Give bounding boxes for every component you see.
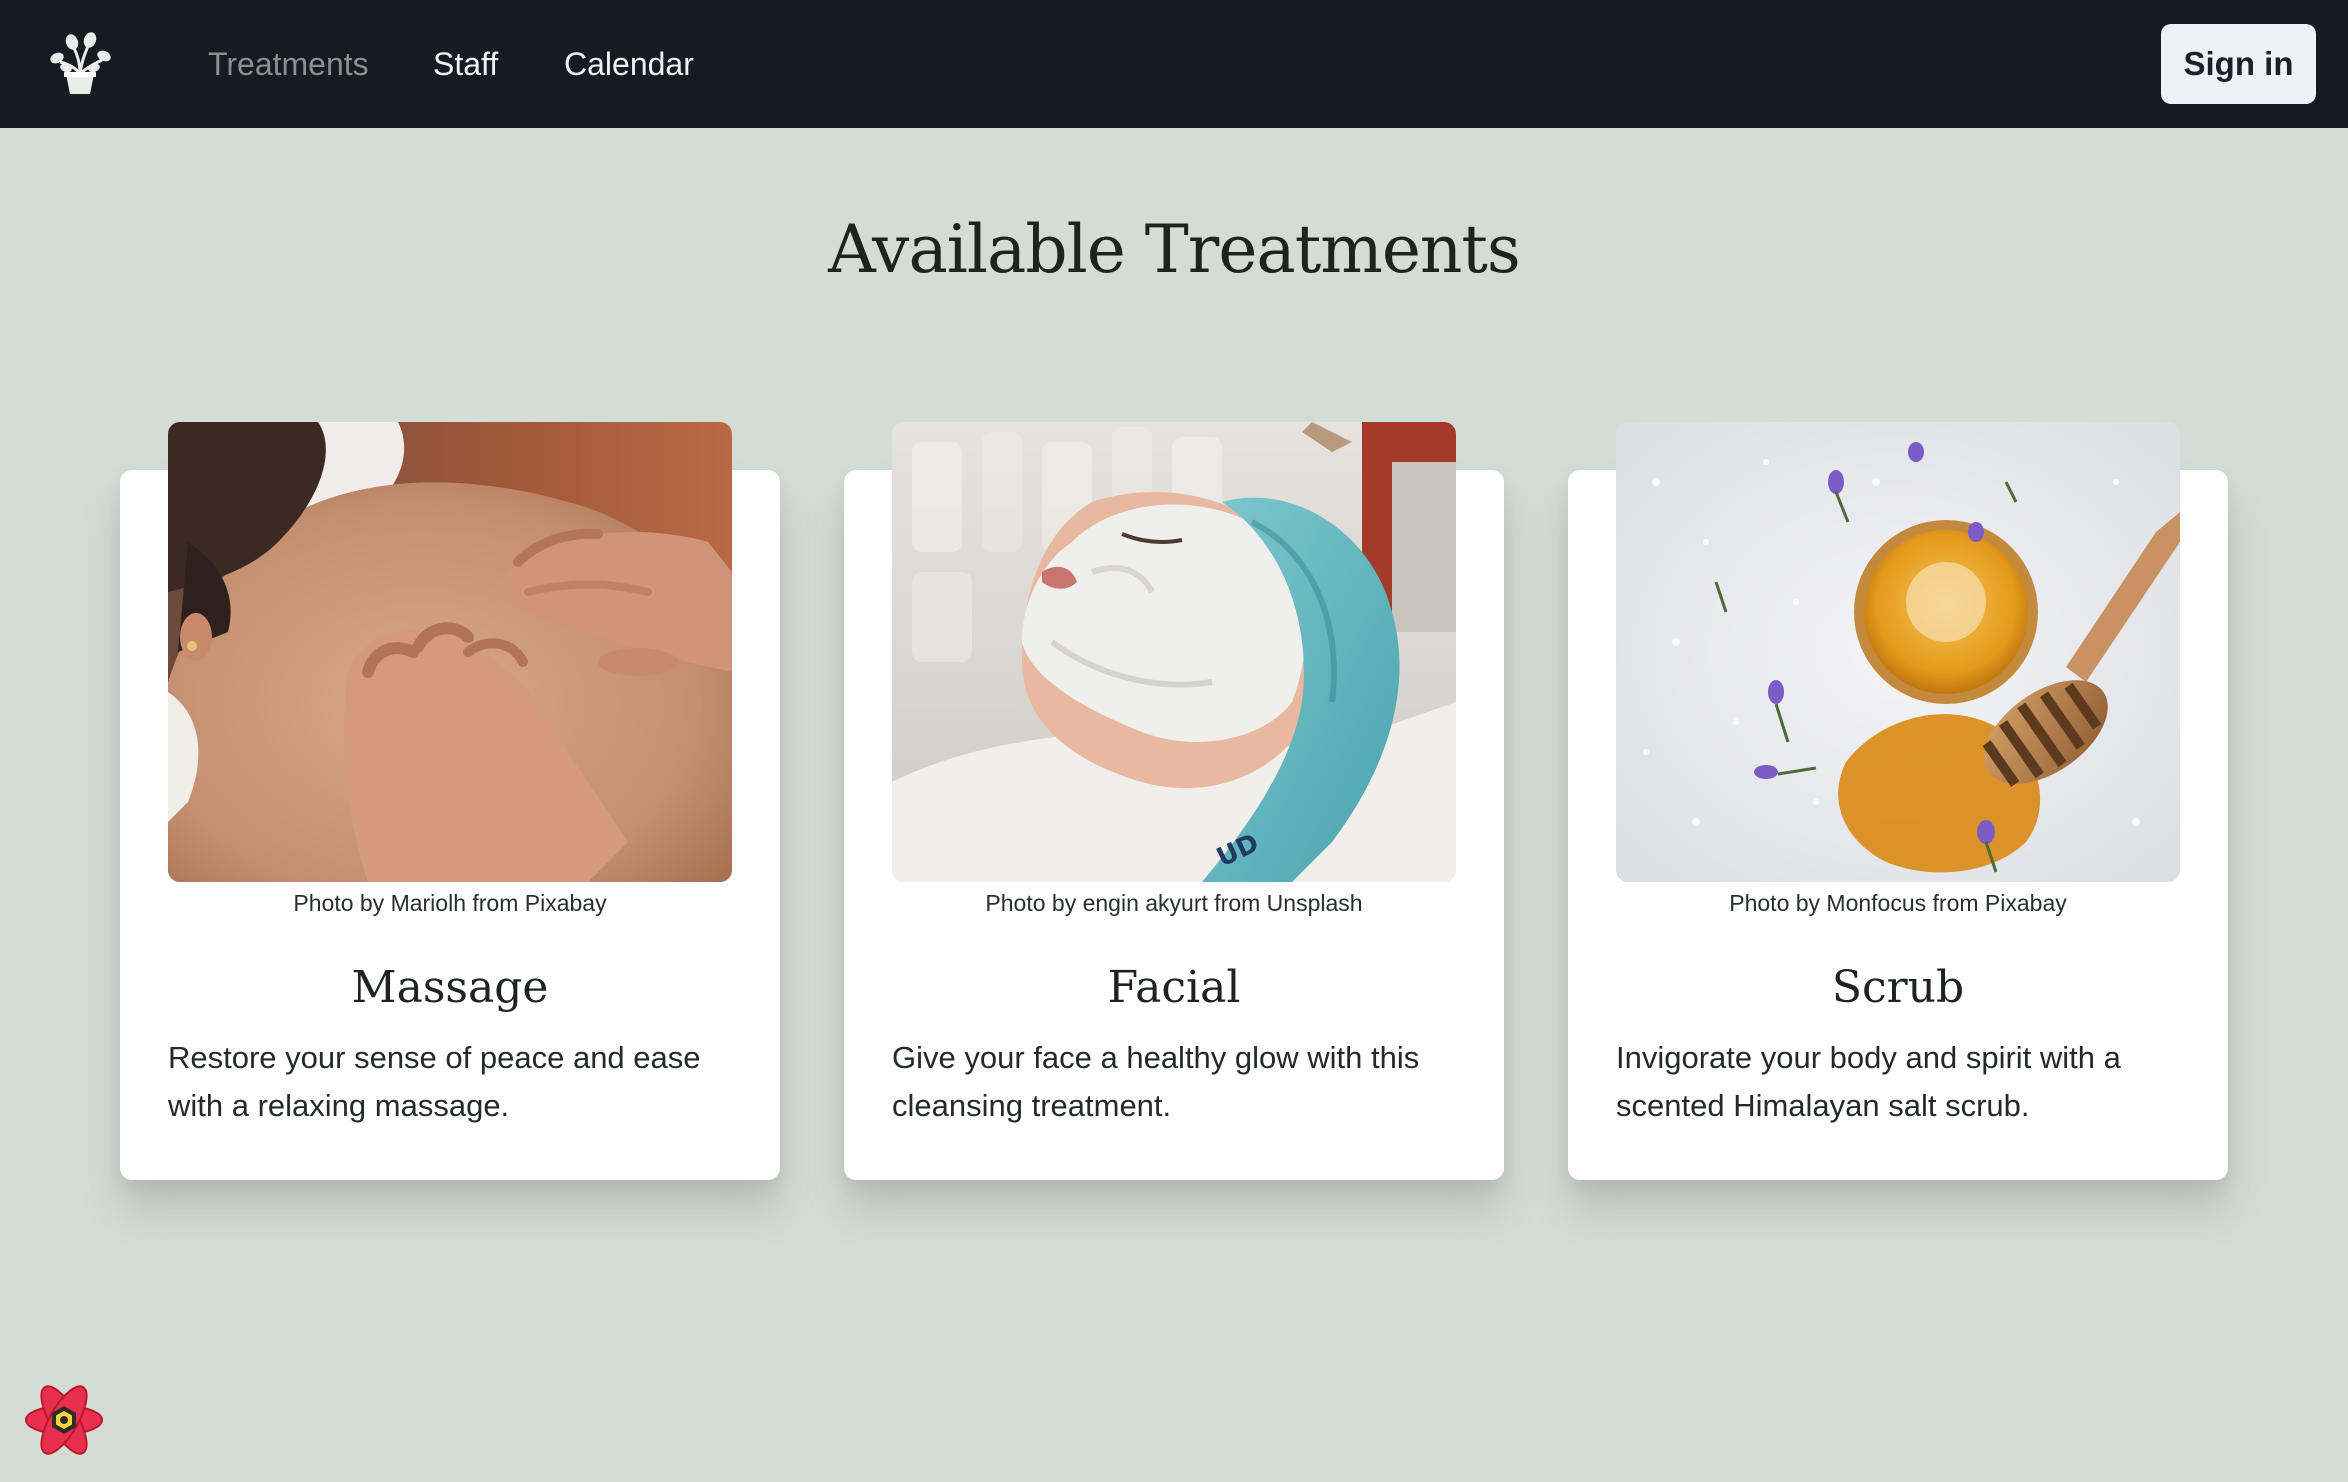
- sign-in-button[interactable]: Sign in: [2161, 24, 2316, 104]
- facial-photo: UD: [892, 422, 1456, 882]
- nav-link-staff[interactable]: Staff: [433, 40, 498, 88]
- potted-plant-icon[interactable]: [48, 30, 112, 96]
- card-title: Scrub: [1831, 962, 1965, 1013]
- nav-link-treatments[interactable]: Treatments: [208, 40, 369, 88]
- card-description: Give your face a healthy glow with this …: [892, 1040, 1420, 1123]
- top-navbar: Treatments Staff Calendar Sign in: [0, 0, 2348, 128]
- page-title: Available Treatments: [828, 211, 1521, 288]
- photo-credit: Photo by Mariolh from Pixabay: [293, 890, 607, 916]
- card-description: Invigorate your body and spirit with a s…: [1616, 1040, 2121, 1123]
- card-title: Massage: [351, 962, 549, 1013]
- photo-credit: Photo by engin akyurt from Unsplash: [985, 890, 1363, 916]
- photo-credit: Photo by Monfocus from Pixabay: [1729, 890, 2067, 916]
- nav-link-calendar[interactable]: Calendar: [564, 40, 694, 88]
- react-query-devtools-icon[interactable]: [22, 1378, 106, 1462]
- card-title: Facial: [1107, 962, 1241, 1013]
- massage-photo: [168, 422, 732, 882]
- treatment-card-massage[interactable]: Photo by Mariolh from Pixabay Massage Re…: [120, 422, 780, 1180]
- treatment-card-scrub[interactable]: Photo by Monfocus from Pixabay Scrub Inv…: [1568, 422, 2228, 1180]
- treatment-card-facial[interactable]: UD Photo by engin akyurt from Unsplash F…: [844, 422, 1504, 1180]
- scrub-photo: [1616, 422, 2180, 882]
- card-description: Restore your sense of peace and ease wit…: [168, 1040, 701, 1123]
